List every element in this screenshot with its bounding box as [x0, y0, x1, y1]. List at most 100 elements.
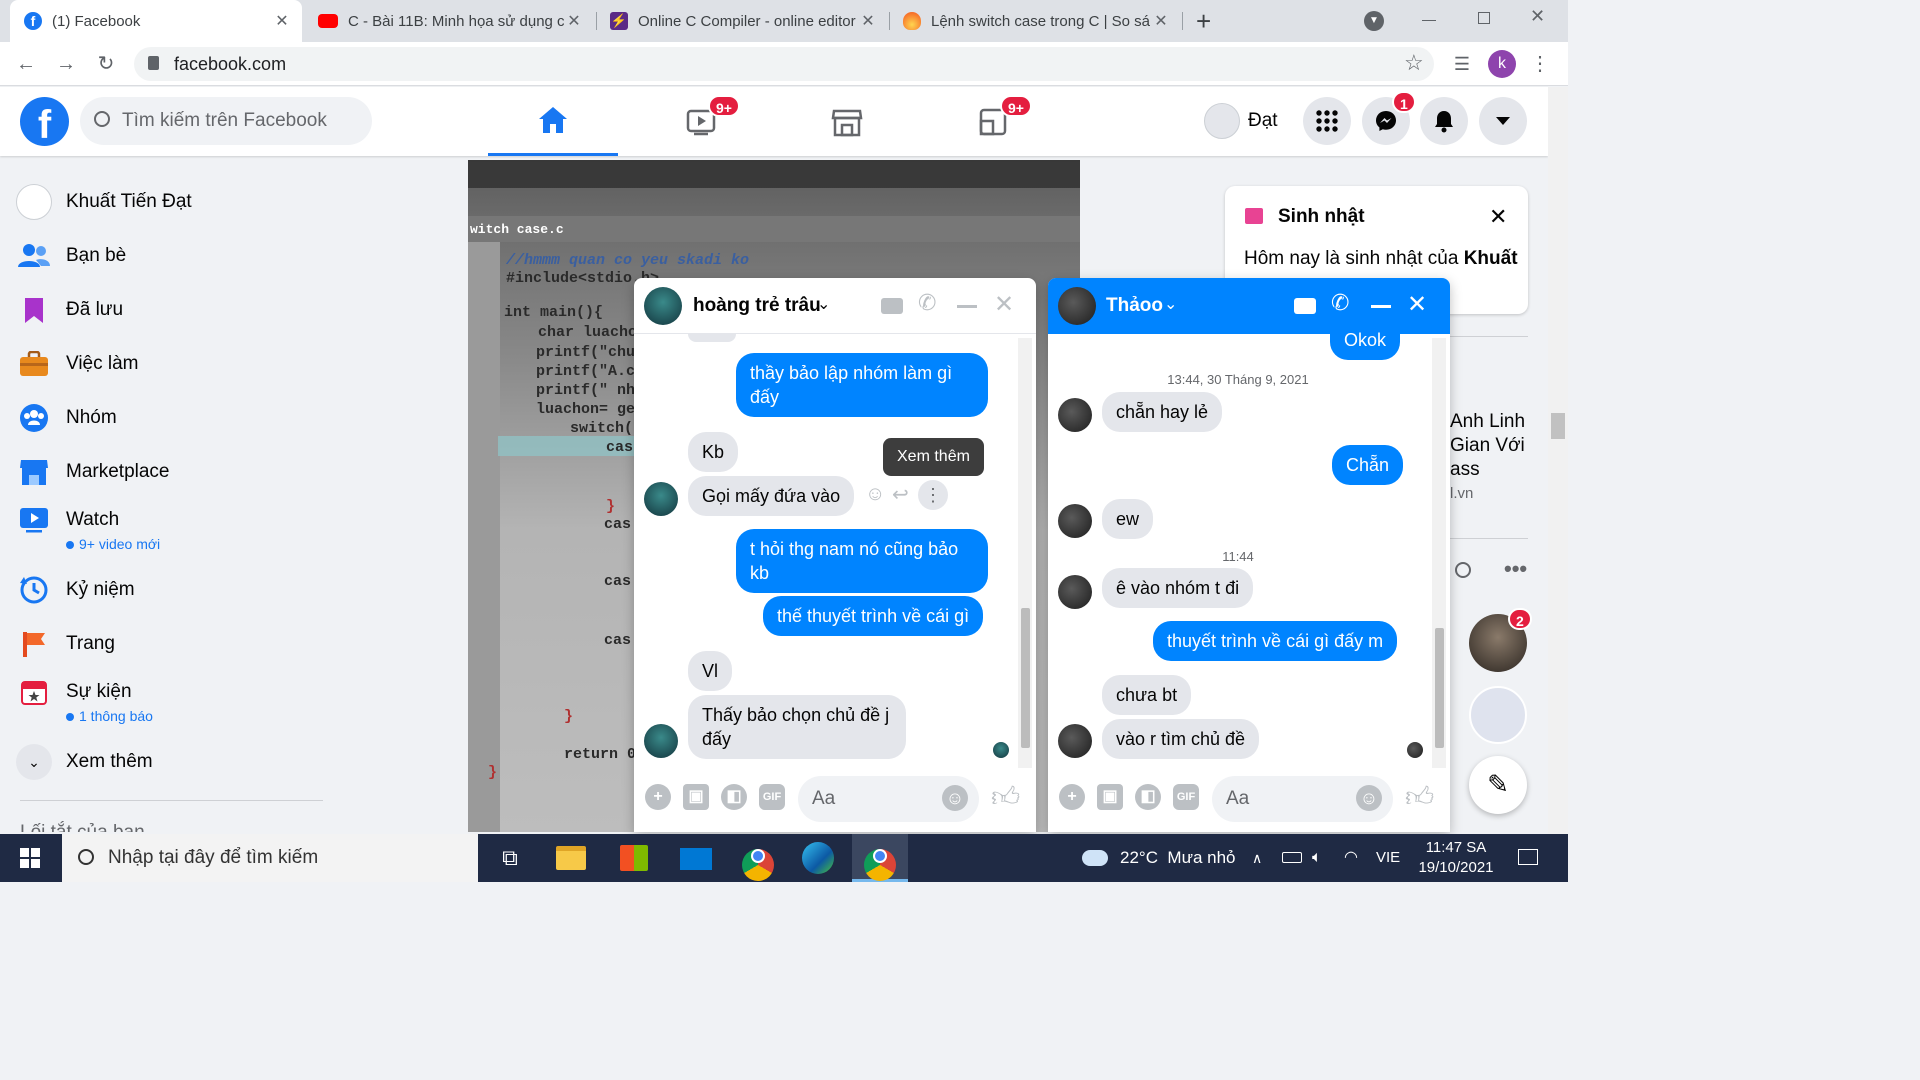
- sidebar-item-jobs[interactable]: Việc làm: [16, 338, 336, 390]
- start-button[interactable]: [0, 834, 60, 882]
- sidebar-item-groups[interactable]: Nhóm: [16, 392, 336, 444]
- language-indicator[interactable]: VIE: [1376, 834, 1400, 882]
- tab-youtube[interactable]: C - Bài 11B: Minh họa sử dụng câ ✕: [306, 0, 592, 42]
- fb-search-input[interactable]: Tìm kiếm trên Facebook: [80, 97, 372, 145]
- chrome-profile-icon[interactable]: [862, 840, 898, 881]
- tab-compiler[interactable]: ⚡ Online C Compiler - online editor ✕: [600, 0, 886, 42]
- contacts-more-icon[interactable]: •••: [1504, 556, 1527, 582]
- chat-name[interactable]: hoàng trẻ trâu: [693, 295, 821, 317]
- minimize-chat-icon[interactable]: [957, 305, 977, 308]
- close-tab-icon[interactable]: ✕: [564, 11, 584, 31]
- edge-icon[interactable]: [800, 840, 836, 876]
- restore-window-icon[interactable]: [1478, 12, 1490, 24]
- message-bubble[interactable]: Vl: [688, 651, 733, 691]
- birthday-name[interactable]: Khuất: [1464, 248, 1518, 269]
- video-call-icon[interactable]: [881, 298, 903, 314]
- forward-arrow-icon[interactable]: →: [52, 50, 80, 78]
- close-tab-icon[interactable]: ✕: [1151, 11, 1171, 31]
- back-arrow-icon[interactable]: ←: [12, 50, 40, 78]
- nav-marketplace[interactable]: [782, 87, 912, 156]
- sponsored-peek[interactable]: Anh Linh Gian Với ass l.vn: [1450, 410, 1525, 506]
- like-icon[interactable]: 👍︎: [991, 780, 1020, 814]
- nav-gaming[interactable]: 9+: [928, 87, 1058, 156]
- message-bubble[interactable]: Thấy bảo chọn chủ đề j đấy: [688, 695, 906, 759]
- message-bubble[interactable]: thế thuyết trình về cái gì: [763, 596, 984, 636]
- close-window-icon[interactable]: ✕: [1530, 6, 1545, 27]
- chat-scroll-thumb[interactable]: [1435, 628, 1444, 748]
- address-bar[interactable]: facebook.com ☆: [134, 47, 1434, 81]
- message-bubble[interactable]: thầy bảo lập nhóm làm gì đấy: [736, 353, 988, 417]
- notification-center-icon[interactable]: [1518, 849, 1538, 865]
- gif-icon[interactable]: GIF: [1173, 784, 1199, 810]
- sticker-icon[interactable]: ◧: [1135, 784, 1161, 810]
- messenger-button[interactable]: 1: [1362, 91, 1416, 145]
- chevron-down-icon[interactable]: ⌄: [817, 294, 830, 314]
- message-bubble[interactable]: ew: [1102, 499, 1154, 539]
- battery-icon[interactable]: [1282, 852, 1302, 863]
- sidebar-item-watch[interactable]: Watch: [16, 494, 336, 546]
- media-queue-icon[interactable]: ☰: [1448, 50, 1476, 78]
- phone-icon[interactable]: ✆: [1331, 290, 1349, 316]
- sidebar-item-see-more[interactable]: ⌄ Xem thêm: [16, 736, 336, 788]
- page-scroll-thumb[interactable]: [1551, 413, 1565, 439]
- taskbar-search-input[interactable]: Nhập tại đây để tìm kiếm: [62, 834, 478, 882]
- contacts-search-icon[interactable]: [1455, 562, 1471, 578]
- page-scrollbar[interactable]: [1548, 87, 1568, 834]
- mail-icon[interactable]: [678, 840, 714, 876]
- weather-text[interactable]: 22°C Mưa nhỏ: [1120, 834, 1236, 882]
- sidebar-item-events[interactable]: Sự kiện: [16, 666, 336, 718]
- sidebar-item-marketplace[interactable]: Marketplace: [16, 446, 336, 498]
- sticker-icon[interactable]: ◧: [721, 784, 747, 810]
- message-bubble[interactable]: vào r tìm chủ đề: [1102, 719, 1260, 759]
- photo-icon[interactable]: ▣: [683, 784, 709, 810]
- sidebar-item-pages[interactable]: Trang: [16, 618, 336, 670]
- chat-avatar[interactable]: [644, 287, 682, 325]
- tab-switch-case[interactable]: Lệnh switch case trong C | So sán ✕: [893, 0, 1179, 42]
- reload-icon[interactable]: ↻: [92, 50, 120, 78]
- message-bubble[interactable]: Okok: [1330, 322, 1401, 360]
- store-icon[interactable]: [616, 840, 652, 876]
- message-bubble[interactable]: Gọi mấy đứa vào: [688, 476, 855, 516]
- sidebar-item-friends[interactable]: Bạn bè: [16, 230, 336, 282]
- task-view-icon[interactable]: ⧉: [492, 840, 528, 876]
- chat-head-avatar[interactable]: [1469, 686, 1527, 744]
- message-bubble[interactable]: Chẵn: [1332, 445, 1404, 485]
- clock[interactable]: 11:47 SA 19/10/2021: [1416, 838, 1496, 878]
- new-tab-icon[interactable]: +: [1196, 6, 1211, 37]
- react-icon[interactable]: ☺: [865, 483, 885, 506]
- message-bubble[interactable]: t hỏi thg nam nó cũng bảo kb: [736, 529, 988, 593]
- tab-facebook[interactable]: f (1) Facebook ✕: [10, 0, 302, 42]
- nav-home[interactable]: [488, 87, 618, 156]
- profile-shortcut[interactable]: Đạt: [1204, 101, 1278, 141]
- notifications-button[interactable]: [1420, 97, 1468, 145]
- more-options-icon[interactable]: ⋮: [918, 480, 948, 510]
- chat-scrollbar[interactable]: [1432, 338, 1446, 768]
- chat-scrollbar[interactable]: [1018, 338, 1032, 768]
- chrome-menu-icon[interactable]: ⋮: [1526, 50, 1554, 78]
- sidebar-item-saved[interactable]: Đã lưu: [16, 284, 336, 336]
- file-explorer-icon[interactable]: [554, 840, 590, 876]
- close-tab-icon[interactable]: ✕: [272, 11, 292, 31]
- minimize-chat-icon[interactable]: [1371, 305, 1391, 308]
- chevron-up-icon[interactable]: ∧: [1252, 834, 1262, 882]
- star-bookmark-icon[interactable]: ☆: [1404, 50, 1424, 76]
- emoji-icon[interactable]: ☺: [1356, 785, 1382, 811]
- photo-icon[interactable]: ▣: [1097, 784, 1123, 810]
- close-chat-icon[interactable]: ✕: [1407, 290, 1427, 319]
- chat-avatar[interactable]: [1058, 287, 1096, 325]
- menu-grid-button[interactable]: [1303, 97, 1351, 145]
- message-bubble[interactable]: chưa bt: [1102, 675, 1192, 715]
- chevron-down-icon[interactable]: ⌄: [1164, 294, 1177, 314]
- account-menu-button[interactable]: [1479, 97, 1527, 145]
- new-message-button[interactable]: ✎: [1469, 756, 1527, 814]
- facebook-logo[interactable]: f: [20, 97, 69, 147]
- message-bubble[interactable]: thuyết trình về cái gì đấy m: [1153, 621, 1398, 661]
- message-bubble[interactable]: ê vào nhóm t đi: [1102, 568, 1254, 608]
- chat-scroll-thumb[interactable]: [1021, 608, 1030, 748]
- chat-name[interactable]: Thảoo: [1106, 295, 1163, 317]
- volume-icon[interactable]: 🔈︎: [1312, 834, 1322, 882]
- video-call-icon[interactable]: [1294, 298, 1316, 314]
- wifi-icon[interactable]: ◠: [1344, 834, 1358, 882]
- tab-search-icon[interactable]: ▼: [1364, 11, 1384, 31]
- sidebar-item-memories[interactable]: Kỷ niệm: [16, 564, 336, 616]
